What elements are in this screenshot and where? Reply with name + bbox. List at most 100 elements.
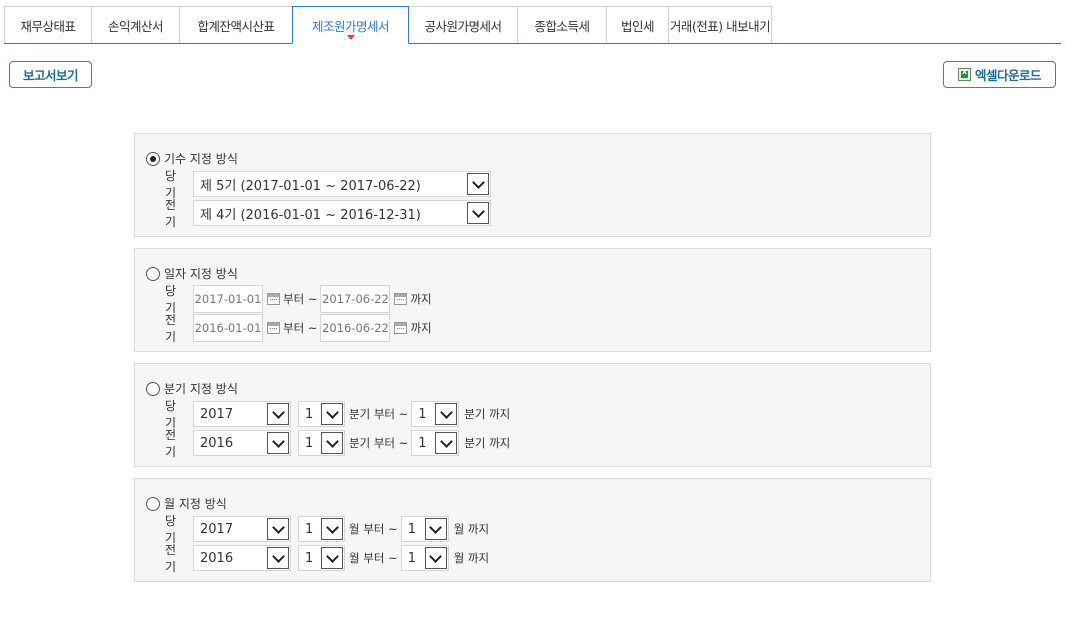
chevron-down-icon[interactable]	[321, 432, 343, 454]
chevron-down-icon[interactable]	[267, 547, 289, 569]
month-prior-year-select[interactable]: 2016	[193, 545, 291, 571]
quarter-current-from-select[interactable]: 1	[298, 401, 345, 427]
fiscal-prior-select[interactable]: 제 4기 (2016-01-01 ~ 2016-12-31)	[193, 200, 491, 226]
from-text: 부터 ~	[283, 321, 318, 335]
active-tab-caret-icon	[346, 35, 355, 40]
tab-corporate-tax[interactable]: 법인세	[606, 6, 669, 43]
chevron-down-icon[interactable]	[321, 518, 343, 540]
month-current-row: 당 기 2017 1 월 부터 ~ 1 월 까지	[165, 514, 490, 545]
quarter-prior-to-select[interactable]: 1	[411, 430, 460, 456]
calendar-icon[interactable]	[394, 322, 408, 334]
from-text: 부터 ~	[283, 292, 318, 306]
tab-label: 손익계산서	[107, 18, 164, 34]
month-current-to-select[interactable]: 1	[400, 516, 449, 542]
month-current-from-select[interactable]: 1	[298, 516, 345, 542]
month-to-text: 월 까지	[453, 522, 490, 536]
chevron-down-icon[interactable]	[435, 432, 458, 454]
prior-period-label: 전 기	[165, 198, 179, 229]
view-report-button[interactable]: 보고서보기	[9, 61, 92, 88]
month-current-from: 1	[305, 521, 314, 537]
fiscal-mode-panel: 기수 지정 방식 당 기 제 5기 (2017-01-01 ~ 2017-06-…	[134, 133, 931, 237]
chevron-down-icon[interactable]	[424, 547, 447, 569]
tab-manufacturing-cost[interactable]: 제조원가명세서	[292, 6, 409, 44]
quarter-prior-to: 1	[418, 435, 427, 451]
to-text: 까지	[410, 321, 432, 335]
quarter-mode-radio[interactable]	[146, 381, 160, 396]
date-prior-row: 전 기 2016-01-01 부터 ~ 2016-06-22 까지	[165, 313, 432, 344]
month-prior-from: 1	[305, 550, 314, 566]
fiscal-current-select[interactable]: 제 5기 (2017-01-01 ~ 2017-06-22)	[193, 171, 491, 197]
fiscal-mode-radio[interactable]	[146, 151, 160, 166]
quarter-prior-year-select[interactable]: 2016	[193, 430, 291, 456]
chevron-down-icon[interactable]	[467, 202, 489, 224]
month-prior-to: 1	[407, 550, 416, 566]
month-to-text: 월 까지	[453, 551, 490, 565]
date-mode-option[interactable]: 일자 지정 방식	[146, 265, 238, 282]
chevron-down-icon[interactable]	[267, 518, 289, 540]
month-mode-radio[interactable]	[146, 496, 160, 511]
quarter-prior-from-select[interactable]: 1	[298, 430, 345, 456]
prior-period-label: 전 기	[165, 428, 179, 459]
quarter-mode-panel: 분기 지정 방식 당 기 2017 1 분기 부터 ~ 1 분기 까지 전 기 …	[134, 363, 931, 467]
chevron-down-icon[interactable]	[267, 403, 289, 425]
quarter-prior-row: 전 기 2016 1 분기 부터 ~ 1 분기 까지	[165, 428, 511, 459]
excel-icon	[957, 67, 971, 81]
prior-from-date-input[interactable]: 2016-01-01	[193, 314, 263, 342]
quarter-from-text: 분기 부터 ~	[349, 436, 409, 450]
fiscal-current-value: 제 5기 (2017-01-01 ~ 2017-06-22)	[200, 178, 421, 194]
fiscal-mode-title: 기수 지정 방식	[164, 152, 238, 166]
excel-download-label: 엑셀다운로드	[974, 68, 1042, 83]
current-to-date-input[interactable]: 2017-06-22	[320, 285, 391, 313]
current-from-date-input[interactable]: 2017-01-01	[193, 285, 263, 313]
quarter-current-year-select[interactable]: 2017	[193, 401, 291, 427]
fiscal-prior-value: 제 4기 (2016-01-01 ~ 2016-12-31)	[200, 207, 421, 223]
tab-income-tax[interactable]: 종합소득세	[517, 6, 607, 43]
calendar-icon[interactable]	[267, 293, 280, 305]
tab-export-transactions[interactable]: 거래(전표) 내보내기	[668, 6, 772, 43]
chevron-down-icon[interactable]	[321, 403, 343, 425]
quarter-current-row: 당 기 2017 1 분기 부터 ~ 1 분기 까지	[165, 399, 511, 430]
date-mode-title: 일자 지정 방식	[164, 267, 238, 281]
tab-trial-balance[interactable]: 합계잔액시산표	[179, 6, 293, 43]
prior-to-date-input[interactable]: 2016-06-22	[320, 314, 391, 342]
tab-construction-cost[interactable]: 공사원가명세서	[408, 6, 518, 43]
chevron-down-icon[interactable]	[321, 547, 343, 569]
month-current-year: 2017	[200, 521, 234, 537]
quarter-current-to-select[interactable]: 1	[411, 401, 460, 427]
chevron-down-icon[interactable]	[424, 518, 447, 540]
date-mode-radio[interactable]	[146, 266, 160, 281]
quarter-current-year: 2017	[200, 406, 234, 422]
month-prior-to-select[interactable]: 1	[400, 545, 449, 571]
chevron-down-icon[interactable]	[267, 432, 289, 454]
date-current-row: 당 기 2017-01-01 부터 ~ 2017-06-22 까지	[165, 284, 432, 315]
chevron-down-icon[interactable]	[435, 403, 458, 425]
quarter-mode-option[interactable]: 분기 지정 방식	[146, 380, 238, 397]
quarter-prior-from: 1	[305, 435, 314, 451]
prior-period-label: 전 기	[165, 313, 179, 344]
month-current-year-select[interactable]: 2017	[193, 516, 291, 542]
month-prior-from-select[interactable]: 1	[298, 545, 345, 571]
tab-label: 거래(전표) 내보내기	[669, 18, 771, 34]
excel-download-button[interactable]: 엑셀다운로드	[943, 61, 1056, 88]
report-tabs: 재무상태표 손익계산서 합계잔액시산표 제조원가명세서 공사원가명세서 종합소득…	[4, 6, 1061, 44]
month-mode-option[interactable]: 월 지정 방식	[146, 495, 227, 512]
calendar-icon[interactable]	[394, 293, 408, 305]
month-mode-panel: 월 지정 방식 당 기 2017 1 월 부터 ~ 1 월 까지 전 기 201…	[134, 478, 931, 582]
tab-label: 공사원가명세서	[424, 18, 502, 34]
chevron-down-icon[interactable]	[467, 173, 489, 195]
quarter-to-text: 분기 까지	[464, 436, 511, 450]
quarter-mode-title: 분기 지정 방식	[164, 382, 238, 396]
month-from-text: 월 부터 ~	[349, 522, 398, 536]
quarter-from-text: 분기 부터 ~	[349, 407, 409, 421]
month-prior-year: 2016	[200, 550, 234, 566]
tab-balance-sheet[interactable]: 재무상태표	[4, 6, 92, 43]
quarter-to-text: 분기 까지	[464, 407, 511, 421]
fiscal-mode-option[interactable]: 기수 지정 방식	[146, 150, 238, 167]
month-from-text: 월 부터 ~	[349, 551, 398, 565]
month-prior-row: 전 기 2016 1 월 부터 ~ 1 월 까지	[165, 543, 490, 574]
tab-label: 법인세	[620, 18, 655, 34]
calendar-icon[interactable]	[267, 322, 280, 334]
prior-period-label: 전 기	[165, 543, 179, 574]
quarter-current-from: 1	[305, 406, 314, 422]
tab-income-statement[interactable]: 손익계산서	[91, 6, 180, 43]
